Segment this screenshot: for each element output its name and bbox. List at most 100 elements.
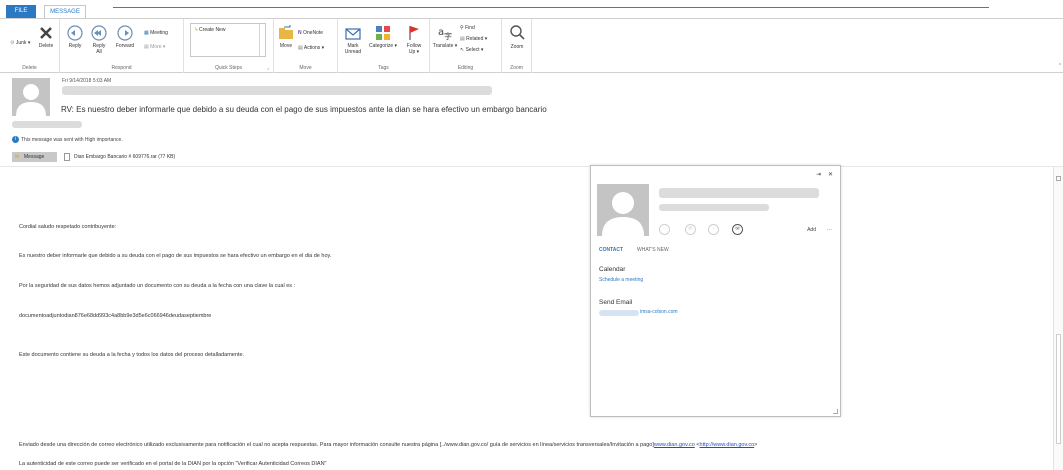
- zoom-group: Zoom Zoom: [502, 19, 532, 73]
- envelope-icon: [345, 28, 361, 40]
- dian-link-1[interactable]: www.dian.gov.co: [654, 442, 695, 448]
- actions-icon: ▤: [298, 45, 303, 51]
- reply-all-icon: [91, 25, 107, 41]
- footer-bracket-close: >: [754, 442, 758, 448]
- tab-whats-new[interactable]: WHAT'S NEW: [637, 247, 669, 253]
- magnifier-icon: [510, 25, 525, 40]
- person-silhouette-icon: [16, 84, 46, 116]
- scroll-up-arrow[interactable]: [1056, 176, 1061, 181]
- translate-icon: a字: [438, 27, 452, 41]
- body-greeting: Cordial saludo respetado contribuyente:: [19, 224, 117, 230]
- tab-contact[interactable]: CONTACT: [599, 247, 623, 253]
- move-folder-icon: [279, 25, 293, 39]
- forward-button[interactable]: Forward: [112, 25, 138, 49]
- contact-email-link[interactable]: imsa-colson.com: [640, 309, 678, 315]
- message-tab-label: Message: [24, 154, 45, 160]
- junk-button[interactable]: ⚙ Junk ▾: [10, 39, 30, 47]
- related-label: Related: [466, 36, 484, 42]
- body-paragraph-1: Es nuestro deber informarle que debido a…: [19, 253, 332, 259]
- contact-avatar: [597, 184, 649, 236]
- info-icon: i: [12, 136, 19, 143]
- meeting-button[interactable]: ▦ Meeting: [144, 29, 168, 37]
- send-email-heading: Send Email: [599, 299, 633, 306]
- body-authenticity: La autenticidad de este correo puede ser…: [19, 461, 327, 467]
- move-button[interactable]: Move: [276, 25, 296, 49]
- envelope-small-icon: ✉: [15, 154, 20, 160]
- lightning-icon: ϟ: [195, 27, 198, 33]
- categorize-button[interactable]: Categorize ▾: [366, 25, 400, 49]
- mark-unread-button[interactable]: Mark Unread: [342, 25, 364, 55]
- junk-icon: ⚙: [10, 40, 15, 46]
- zoom-button[interactable]: Zoom: [505, 24, 529, 50]
- onenote-button[interactable]: N OneNote: [298, 29, 323, 37]
- quick-steps-scroll[interactable]: [259, 24, 265, 56]
- tags-group-label: Tags: [378, 65, 389, 71]
- zoom-label: Zoom: [510, 44, 524, 50]
- resize-grip[interactable]: [833, 409, 838, 414]
- reading-pane-scrollbar[interactable]: [1053, 167, 1063, 470]
- tab-message[interactable]: MESSAGE: [44, 5, 86, 19]
- quick-steps-group-label: Quick Steps: [215, 65, 242, 71]
- email-icon[interactable]: ✉: [732, 224, 743, 235]
- categorize-label: Categorize: [368, 43, 394, 49]
- follow-up-button[interactable]: Follow Up ▾: [402, 25, 426, 55]
- body-footer-notice: Enviado desde una dirección de correo el…: [19, 442, 757, 448]
- contact-name-redacted: [659, 188, 819, 198]
- dialog-launcher-icon[interactable]: ⌟: [267, 65, 269, 71]
- categorize-icon: [376, 26, 390, 40]
- attachment-file[interactable]: Dian Embargo Bancario # 609776.rar (77 K…: [64, 152, 175, 162]
- editing-group: a字 Translate ▾ ⚲ Find ▤ Related ▾ ↖ Sele…: [430, 19, 502, 73]
- recipient-redacted: [12, 121, 82, 128]
- message-attachment-tab[interactable]: ✉ Message: [12, 152, 57, 162]
- binoculars-icon: ⚲: [460, 25, 464, 31]
- tab-file[interactable]: FILE: [6, 5, 36, 18]
- person-silhouette-icon: [602, 192, 644, 236]
- email-redacted: [599, 310, 639, 316]
- video-icon[interactable]: ▫: [708, 224, 719, 235]
- phone-icon[interactable]: ✆: [685, 224, 696, 235]
- footer-text: Enviado desde una dirección de correo el…: [19, 442, 654, 448]
- header-divider: [0, 166, 1063, 167]
- translate-button[interactable]: a字 Translate ▾: [432, 25, 458, 49]
- find-button[interactable]: ⚲ Find: [460, 24, 475, 32]
- add-contact-button[interactable]: Add: [807, 227, 816, 233]
- dian-link-2[interactable]: http://www.dian.gov.co: [700, 442, 755, 448]
- flag-icon: [409, 26, 419, 40]
- pin-card-icon[interactable]: ⇥: [816, 171, 821, 178]
- move-group: Move N OneNote ▤ Actions ▾ Move: [274, 19, 338, 73]
- related-button[interactable]: ▤ Related ▾: [460, 35, 487, 43]
- quick-step-create-new[interactable]: ϟ Create New: [195, 27, 225, 33]
- sent-date: Fri 9/14/2018 5:03 AM: [62, 78, 112, 84]
- scroll-thumb[interactable]: [1056, 334, 1061, 444]
- delete-group: ⚙ Junk ▾ Delete Delete: [0, 19, 60, 73]
- attachment-file-label: Dian Embargo Bancario # 609776.rar (77 K…: [74, 154, 176, 160]
- more-options-icon[interactable]: ···: [827, 227, 832, 233]
- mark-unread-label-2: Unread: [344, 49, 362, 55]
- delete-group-label: Delete: [22, 65, 37, 71]
- quick-steps-group: ϟ Create New Quick Steps ⌟: [184, 19, 274, 73]
- schedule-meeting-link[interactable]: Schedule a meeting: [599, 277, 643, 283]
- delete-button[interactable]: Delete: [34, 25, 58, 49]
- sender-redacted: [62, 86, 492, 95]
- translate-label: Translate: [432, 43, 454, 49]
- reply-icon: [67, 25, 83, 41]
- reply-all-label-2: All: [96, 49, 102, 55]
- collapse-ribbon-icon[interactable]: ^: [1059, 63, 1061, 69]
- contact-card: ⇥ ✕ ◌ ✆ ▫ ✉ Add ··· CONTACT WHAT'S NEW C…: [590, 165, 841, 417]
- delete-label: Delete: [38, 43, 54, 49]
- reply-button[interactable]: Reply: [65, 25, 85, 49]
- importance-text: This message was sent with High importan…: [21, 136, 123, 143]
- select-button[interactable]: ↖ Select ▾: [460, 46, 483, 54]
- importance-notice: i This message was sent with High importa…: [12, 136, 123, 143]
- im-icon[interactable]: ◌: [659, 224, 670, 235]
- close-card-icon[interactable]: ✕: [828, 171, 833, 178]
- move-label: Move: [279, 43, 293, 49]
- more-respond-button[interactable]: ▤ More ▾: [144, 43, 165, 51]
- outlook-message-window: FILE MESSAGE ⚙ Junk ▾ Delete Delete Repl…: [0, 0, 1063, 470]
- quick-steps-gallery[interactable]: ϟ Create New: [190, 23, 266, 57]
- message-subject: RV: Es nuestro deber informarle que debi…: [61, 105, 547, 114]
- actions-button[interactable]: ▤ Actions ▾: [298, 44, 324, 52]
- onenote-icon: N: [298, 30, 302, 36]
- reply-all-button[interactable]: Reply All: [89, 25, 109, 55]
- meeting-icon: ▦: [144, 30, 149, 36]
